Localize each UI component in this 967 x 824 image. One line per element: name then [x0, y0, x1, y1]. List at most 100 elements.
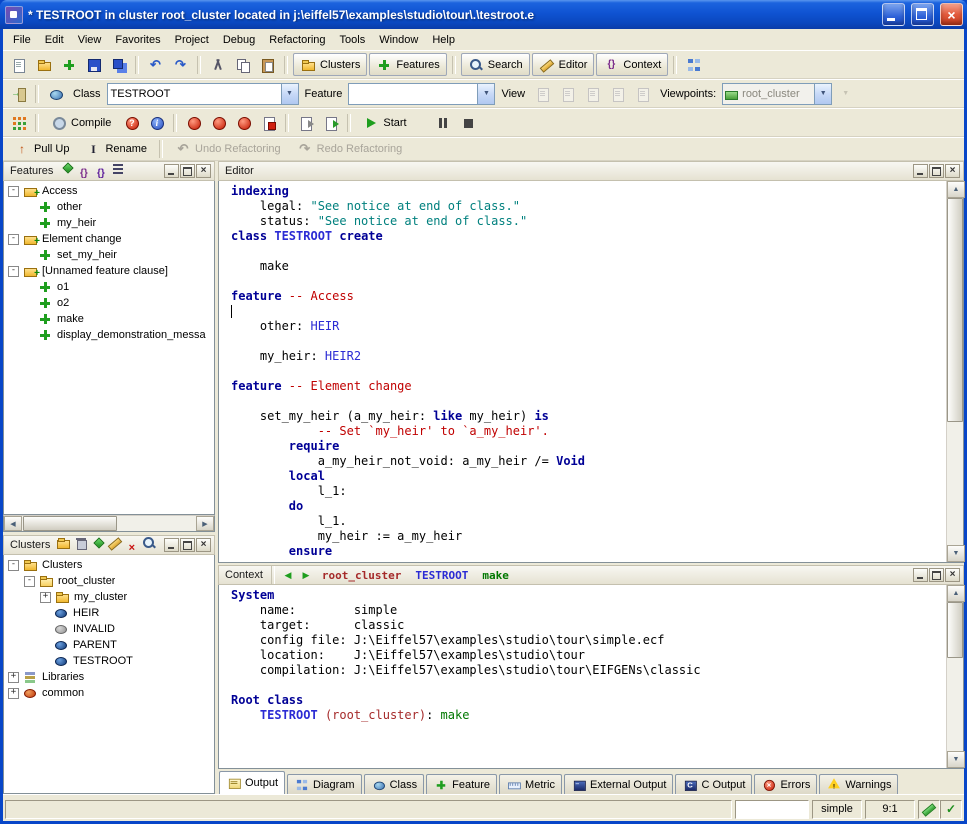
tab-metric[interactable]: Metric [499, 774, 562, 794]
context-forward-icon[interactable]: ▶ [298, 568, 314, 582]
expand-icon[interactable]: + [8, 688, 19, 699]
editor-maximize-button[interactable] [929, 164, 944, 178]
tab-warnings[interactable]: !Warnings [819, 774, 898, 794]
save-button[interactable] [82, 54, 105, 75]
finalize-button[interactable] [232, 112, 255, 133]
cluster-item-invalid[interactable]: INVALID [4, 621, 214, 637]
diagram-tool-button[interactable] [682, 54, 705, 75]
compile-button[interactable]: Compile [44, 111, 118, 134]
undo-button[interactable]: ↶ [144, 54, 167, 75]
menu-help[interactable]: Help [425, 32, 462, 48]
collapse-icon[interactable]: - [24, 576, 35, 587]
editor-close-button[interactable]: × [945, 164, 960, 178]
feature-clauses-button[interactable] [58, 161, 75, 176]
quick-melt-button[interactable]: ? [120, 112, 143, 133]
collapse-icon[interactable]: - [8, 560, 19, 571]
menu-tools[interactable]: Tools [333, 32, 373, 48]
maximize-button[interactable] [911, 3, 934, 26]
context-crumb-testroot[interactable]: TESTROOT [415, 569, 468, 582]
editor-code[interactable]: indexing legal: "See notice at end of cl… [219, 181, 946, 562]
editor-vscroll-track[interactable] [947, 198, 963, 545]
tab-diagram[interactable]: Diagram [287, 774, 362, 794]
melt-button[interactable] [182, 112, 205, 133]
pull-up-button[interactable]: ↑Pull Up [7, 138, 76, 161]
tab-c-output[interactable]: CC Output [675, 774, 752, 794]
features-hscroll[interactable]: ◀ ▶ [3, 515, 215, 532]
cluster-item-common[interactable]: +common [4, 685, 214, 701]
scroll-up-icon[interactable]: ▲ [947, 181, 965, 198]
generate-code-button[interactable] [294, 112, 317, 133]
features-minimize-button[interactable] [164, 164, 179, 178]
add-cluster-button[interactable] [55, 535, 72, 550]
context-vscroll-thumb[interactable] [947, 602, 963, 658]
cluster-item-testroot[interactable]: TESTROOT [4, 653, 214, 669]
feature-item-access[interactable]: -Access [4, 183, 214, 199]
viewpoints-combo[interactable]: root_cluster▼ [722, 83, 832, 105]
aliases-button[interactable]: {} [92, 167, 109, 182]
feature-item-my_heir[interactable]: my_heir [4, 215, 214, 231]
copy-button[interactable] [231, 54, 254, 75]
scroll-right-icon[interactable]: ▶ [196, 516, 214, 531]
menu-window[interactable]: Window [372, 32, 425, 48]
compilation-info-button[interactable]: i [145, 112, 168, 133]
rename-button[interactable]: IRename [78, 138, 154, 161]
edit-cluster-button[interactable] [106, 535, 123, 550]
feature-item-unnamed-feature-clause[interactable]: -[Unnamed feature clause] [4, 263, 214, 279]
new-class-button[interactable] [57, 54, 80, 75]
menu-file[interactable]: File [6, 32, 38, 48]
start-button[interactable]: Start [356, 111, 413, 134]
new-window-button[interactable] [7, 54, 30, 75]
sorted-list-button[interactable] [109, 161, 126, 176]
scroll-down-icon[interactable]: ▼ [947, 545, 965, 562]
menu-refactoring[interactable]: Refactoring [262, 32, 332, 48]
context-vscroll[interactable]: ▲ ▼ [946, 585, 963, 768]
collapse-icon[interactable]: - [8, 234, 19, 245]
context-vscroll-track[interactable] [947, 602, 963, 751]
cluster-item-my_cluster[interactable]: +my_cluster [4, 589, 214, 605]
feature-item-make[interactable]: make [4, 311, 214, 327]
collapse-icon[interactable]: - [8, 266, 19, 277]
context-output[interactable]: System name: simple target: classic conf… [219, 585, 946, 768]
cluster-item-parent[interactable]: PARENT [4, 637, 214, 653]
menu-edit[interactable]: Edit [38, 32, 71, 48]
project-settings-button[interactable] [7, 112, 30, 133]
features-maximize-button[interactable] [180, 164, 195, 178]
freeze-button[interactable] [207, 112, 230, 133]
cluster-item-clusters[interactable]: -Clusters [4, 557, 214, 573]
features-close-button[interactable]: × [196, 164, 211, 178]
class-combo-dropdown-icon[interactable]: ▼ [281, 84, 298, 104]
cluster-item-root_cluster[interactable]: -root_cluster [4, 573, 214, 589]
context-crumb-root_cluster[interactable]: root_cluster [322, 569, 401, 582]
features-hscroll-track[interactable] [117, 516, 196, 531]
tab-feature[interactable]: Feature [426, 774, 497, 794]
cut-button[interactable] [206, 54, 229, 75]
clusters-maximize-button[interactable] [180, 538, 195, 552]
features-button[interactable]: Features [369, 53, 446, 76]
redo-button[interactable]: ↷ [169, 54, 192, 75]
tab-output[interactable]: Output [219, 771, 285, 794]
menu-view[interactable]: View [71, 32, 109, 48]
feature-combo-dropdown-icon[interactable]: ▼ [477, 84, 494, 104]
precompile-button[interactable] [257, 112, 280, 133]
expand-icon[interactable]: + [40, 592, 51, 603]
tab-external-output[interactable]: External Output [564, 774, 673, 794]
clusters-close-button[interactable]: × [196, 538, 211, 552]
context-minimize-button[interactable] [913, 568, 928, 582]
editor-minimize-button[interactable] [913, 164, 928, 178]
context-crumb-make[interactable]: make [482, 569, 509, 582]
stop-button[interactable] [457, 112, 480, 133]
cluster-item-libraries[interactable]: +Libraries [4, 669, 214, 685]
new-class-here-button[interactable] [89, 535, 106, 550]
menu-debug[interactable]: Debug [216, 32, 262, 48]
context-close-button[interactable]: × [945, 568, 960, 582]
feature-combo[interactable]: ▼ [348, 83, 495, 105]
signatures-button[interactable]: {} [75, 167, 92, 182]
clusters-minimize-button[interactable] [164, 538, 179, 552]
remove-class-button[interactable]: × [123, 540, 140, 555]
clusters-button[interactable]: Clusters [293, 53, 367, 76]
feature-item-o2[interactable]: o2 [4, 295, 214, 311]
paste-button[interactable] [256, 54, 279, 75]
search-button[interactable]: Search [461, 53, 530, 76]
viewpoints-combo-dropdown-icon[interactable]: ▼ [814, 84, 831, 104]
class-combo[interactable]: TESTROOT▼ [107, 83, 299, 105]
